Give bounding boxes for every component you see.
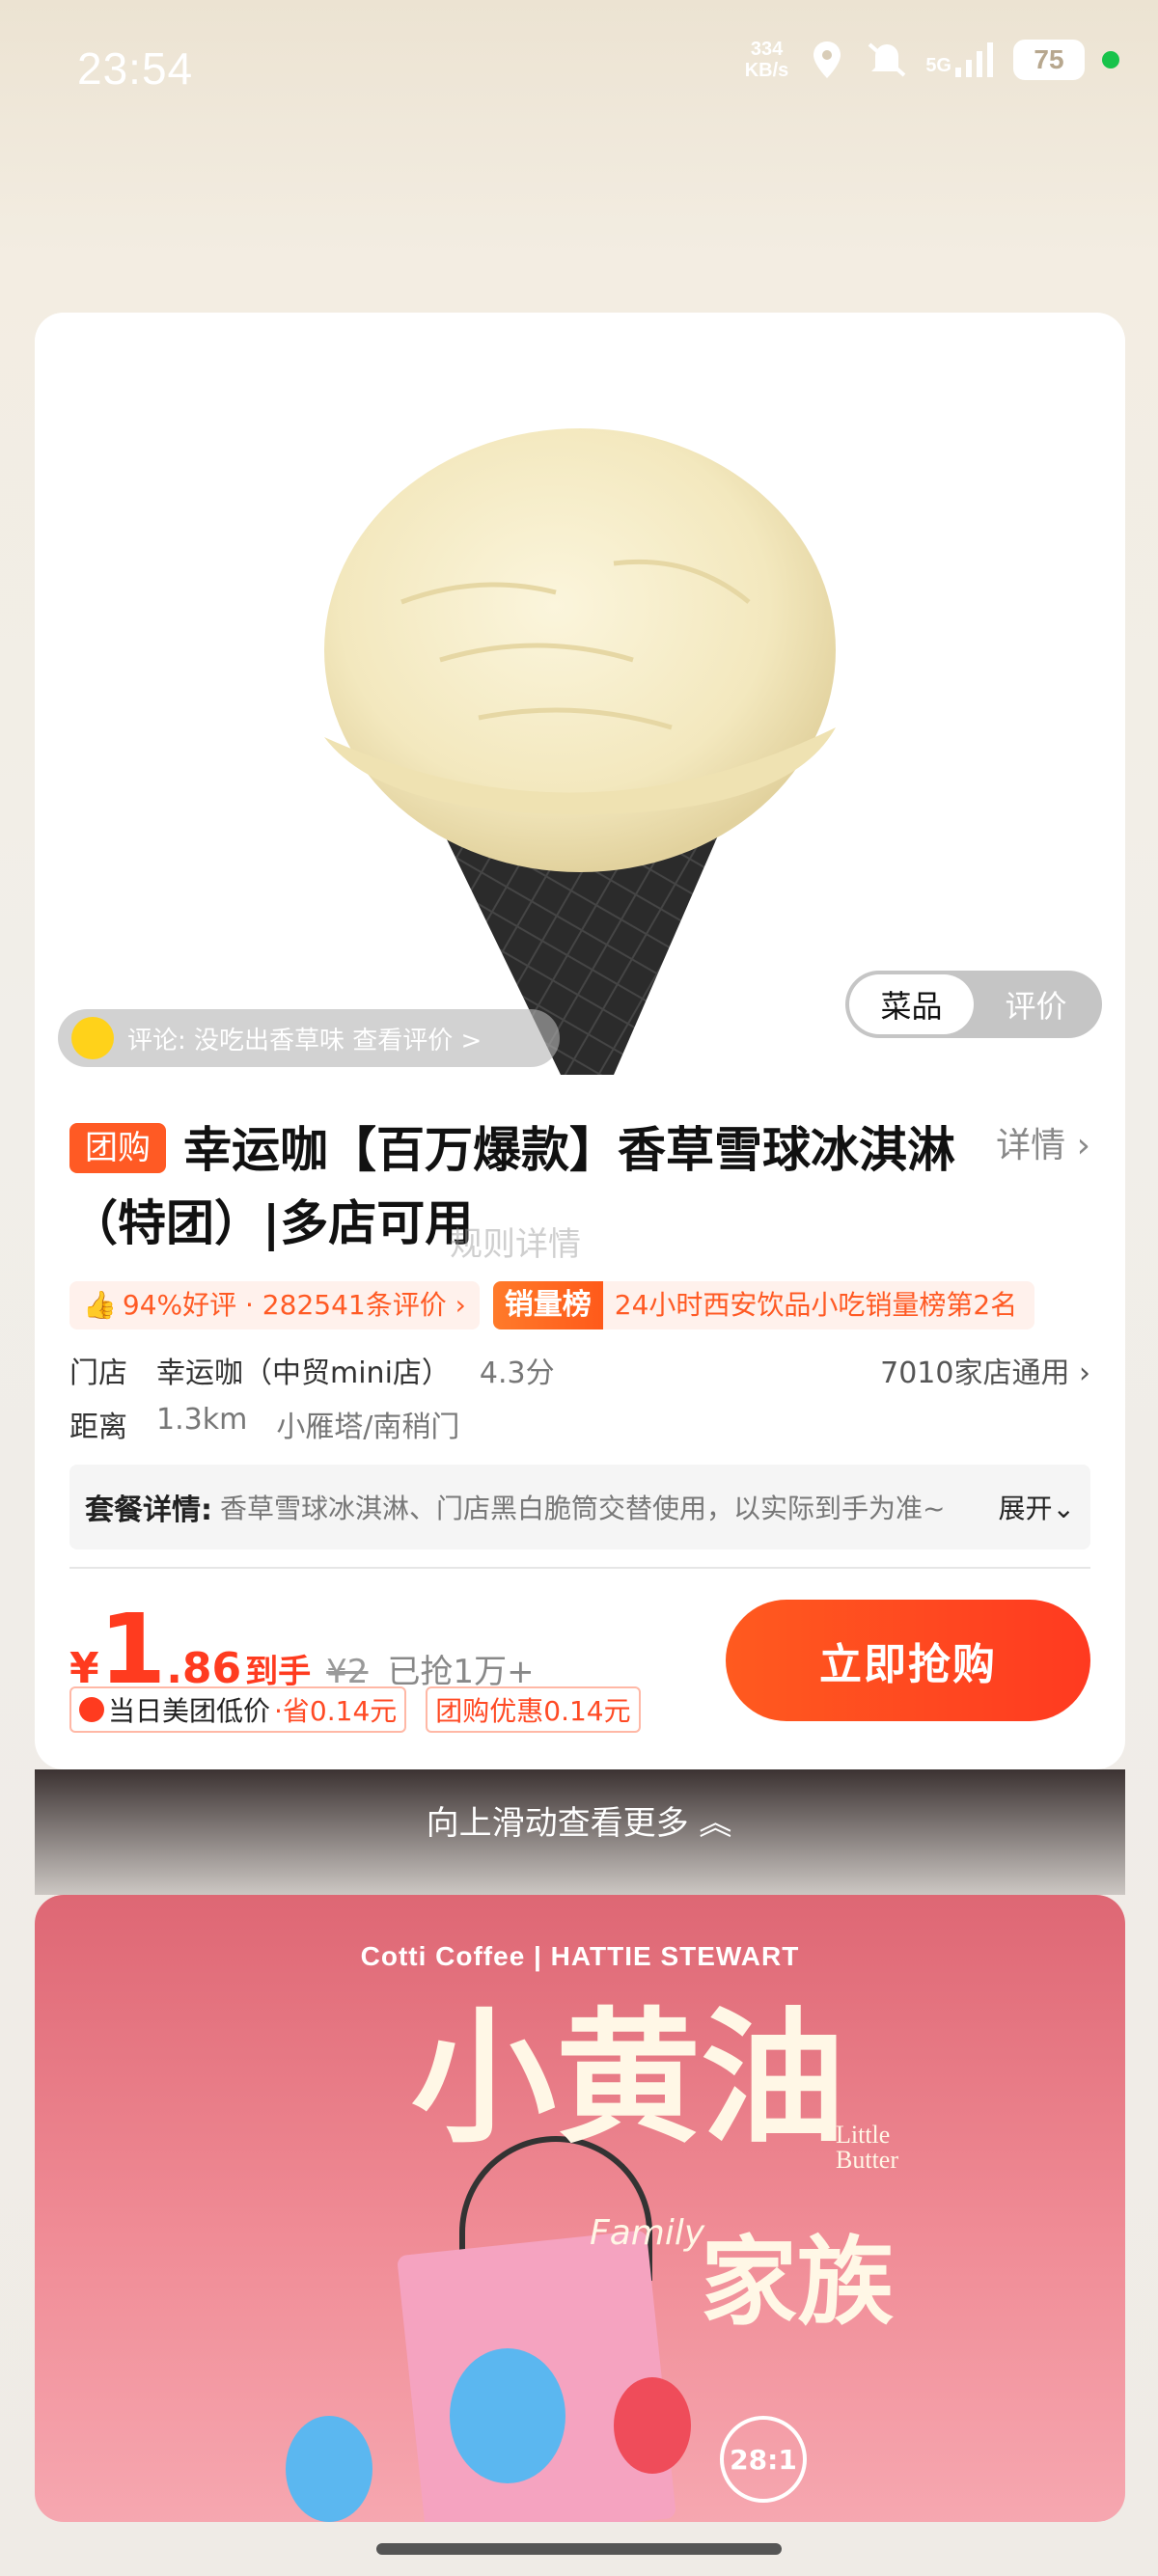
store-name: 幸运咖（中贸mini店）: [156, 1357, 451, 1390]
group-discount-tag: 团购优惠0.14元: [426, 1686, 641, 1733]
sales-rank-badge[interactable]: 销量榜 24小时西安饮品小吃销量榜第2名: [492, 1281, 1035, 1329]
bunny-illustration: [286, 2416, 372, 2522]
clock: 23:54: [77, 43, 194, 94]
status-bar: 23:54 334 KB/s 5G 75: [0, 0, 1158, 145]
rules-watermark: 规则详情: [450, 1225, 581, 1264]
store-row[interactable]: 门店 幸运咖（中贸mini店） 4.3分: [69, 1349, 555, 1391]
network-speed-unit: KB/s: [744, 60, 789, 81]
price-suffix: 到手: [245, 1653, 312, 1691]
promo-brand: Cotti Coffee | HATTIE STEWART: [360, 1941, 800, 1971]
home-indicator[interactable]: [376, 2543, 782, 2555]
details-link[interactable]: 详情 ›: [996, 1117, 1090, 1167]
promo-subtitle-line2: Butter: [836, 2146, 898, 2174]
distance-label: 距离: [69, 1411, 127, 1444]
promo-family: Family: [590, 2213, 705, 2253]
area-name: 小雁塔/南稍门: [276, 1411, 460, 1444]
expand-button[interactable]: 展开⌄: [999, 1488, 1075, 1526]
image-toggle[interactable]: 菜品 评价: [845, 971, 1102, 1038]
package-text: 香草雪球冰淇淋、门店黑白脆筒交替使用，以实际到手为准~: [220, 1493, 946, 1524]
daily-low-price-tag: 当日美团低价 ·省0.14元: [69, 1686, 407, 1733]
location-icon: [806, 39, 848, 81]
promo-title: 小黄油: [411, 1993, 846, 2163]
low-price-icon: [79, 1697, 104, 1722]
price-integer: 1: [98, 1593, 167, 1706]
network-type: 5G: [925, 55, 951, 76]
review-snippet-text: 评论: 没吃出香草味 查看评价 >: [127, 1026, 482, 1055]
sales-rank-label: 销量榜: [492, 1281, 603, 1329]
rating-text: 94%好评 · 282541条评价 ›: [122, 1289, 466, 1321]
heart-illustration: [614, 2377, 691, 2474]
promo-banner[interactable]: Cotti Coffee | HATTIE STEWART 小黄油 Little…: [35, 1895, 1125, 2522]
promo-subtitle: Little Butter: [836, 2123, 898, 2173]
daily-savings-text: ·省0.14元: [274, 1695, 398, 1727]
toggle-reviews[interactable]: 评价: [974, 974, 1098, 1034]
product-image[interactable]: [35, 313, 1125, 1075]
distance-row: 距离 1.3km 小雁塔/南稍门: [69, 1403, 459, 1445]
original-price: ¥2: [326, 1653, 369, 1691]
toggle-dishes[interactable]: 菜品: [849, 974, 974, 1034]
signal-icon: 5G: [925, 42, 996, 77]
status-icons: 334 KB/s 5G 75: [745, 39, 1119, 81]
thumbs-up-icon: 👍: [83, 1289, 117, 1321]
badges-row: 👍 94%好评 · 282541条评价 › 销量榜 24小时西安饮品小吃销量榜第…: [69, 1281, 1035, 1329]
promo-subtitle-line1: Little: [836, 2121, 891, 2149]
battery-indicator: 75: [1013, 40, 1085, 80]
active-dot-icon: [1102, 51, 1119, 69]
sales-rank-text: 24小时西安饮品小吃销量榜第2名: [602, 1281, 1035, 1329]
price-row: ¥ 1 .86 到手 ¥2 已抢1万+: [69, 1602, 535, 1698]
network-speed-value: 334: [750, 39, 784, 60]
package-details[interactable]: 套餐详情: 香草雪球冰淇淋、门店黑白脆筒交替使用，以实际到手为准~ 展开⌄: [69, 1465, 1090, 1549]
store-score: 4.3分: [479, 1357, 555, 1390]
discount-tags: 当日美团低价 ·省0.14元 团购优惠0.14元: [69, 1686, 641, 1733]
rating-badge[interactable]: 👍 94%好评 · 282541条评价 ›: [69, 1281, 480, 1329]
store-count-link[interactable]: 7010家店通用 ›: [880, 1349, 1090, 1391]
group-buy-tag: 团购: [69, 1123, 166, 1173]
daily-low-price-text: 当日美团低价: [108, 1695, 271, 1727]
buy-now-button[interactable]: 立即抢购: [726, 1600, 1090, 1721]
ice-cream-cone-image: [324, 428, 836, 1075]
bunny-illustration: [450, 2348, 565, 2483]
package-label: 套餐详情:: [85, 1494, 212, 1527]
network-speed: 334 KB/s: [745, 39, 789, 81]
store-label: 门店: [69, 1357, 127, 1390]
sold-count: 已抢1万+: [387, 1653, 535, 1691]
divider: [69, 1567, 1090, 1569]
mute-icon: [866, 39, 908, 81]
promo-title-line2: 家族: [701, 2225, 894, 2339]
ratio-badge: 28:1: [720, 2416, 807, 2503]
distance-value: 1.3km: [156, 1403, 248, 1437]
product-card: 评论: 没吃出香草味 查看评价 > 菜品 评价 团购 幸运咖【百万爆款】香草雪球冰…: [35, 313, 1125, 1769]
reviewer-avatar: [71, 1017, 114, 1059]
swipe-up-hint[interactable]: 向上滑动查看更多 ︽: [0, 1796, 1158, 1844]
review-snippet[interactable]: 评论: 没吃出香草味 查看评价 >: [58, 1009, 560, 1067]
